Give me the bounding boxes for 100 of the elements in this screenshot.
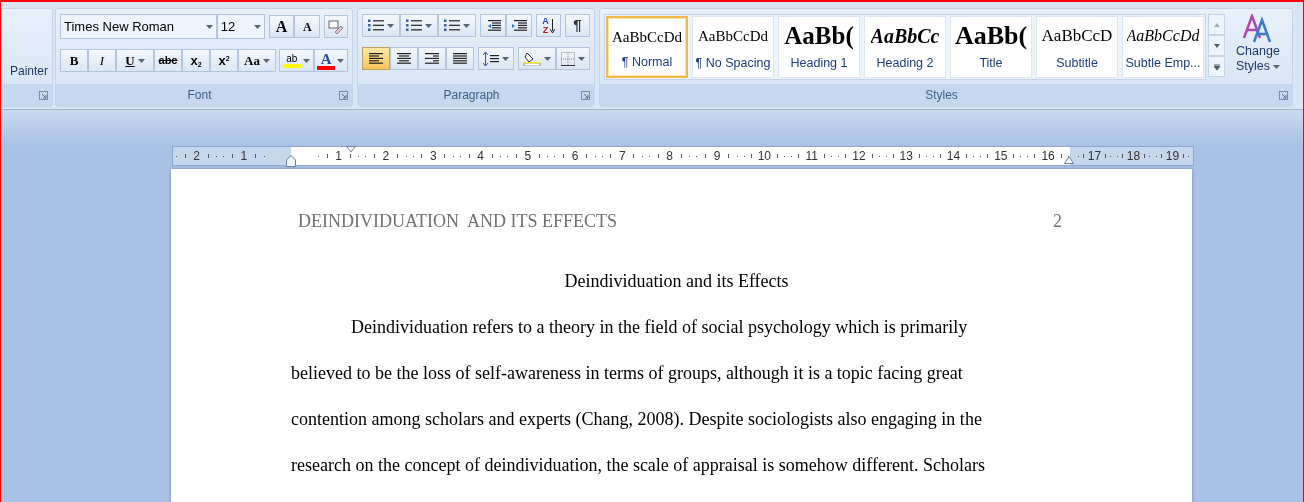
style-preview: AaBbCcDd: [698, 27, 768, 46]
ruler-number: 4: [477, 150, 484, 162]
dialog-launcher-icon[interactable]: [339, 90, 348, 100]
list-button[interactable]: [438, 14, 476, 37]
shrink-font-button[interactable]: A: [294, 15, 321, 38]
indent-icon: [485, 19, 501, 32]
style-name: Subtle Emp...: [1125, 55, 1201, 73]
line-spacing-icon: [483, 51, 499, 66]
list-icon: [368, 19, 384, 32]
dropdown-caret-icon: [544, 56, 551, 61]
page-number: 2: [1053, 209, 1062, 233]
body-paragraph: Deindividuation refers to a theory in the field of social psychology which is primarily believed to be the loss of self-awareness in terms of groups, although it is a topic facing great contention among scholars and experts (Chang, 2008). Despite sociologists also engaging in the research on the concept of deindividuation, the scale of appraisal is somehow different. Scholars: [291, 316, 986, 477]
dialog-launcher-icon[interactable]: [1279, 90, 1288, 100]
style-name: ¶ No Spacing: [695, 55, 771, 73]
right-indent-marker-icon[interactable]: [1064, 156, 1074, 164]
align-button[interactable]: [362, 47, 390, 70]
list-icon: [406, 19, 422, 32]
align-icon: [425, 52, 439, 65]
indent-marker-icon[interactable]: [286, 155, 296, 167]
ruler-number: 15: [994, 150, 1008, 162]
clear-formatting-button[interactable]: [324, 15, 348, 38]
group-label: Font: [186, 87, 213, 104]
format-button[interactable]: B: [60, 49, 88, 72]
format-button[interactable]: Aa: [238, 49, 276, 72]
ruler-number: 6: [571, 150, 579, 162]
style-name: Heading 1: [790, 55, 848, 73]
style-gallery-item[interactable]: AaBb( Heading 1: [778, 16, 860, 78]
shading-button[interactable]: [518, 47, 556, 70]
font-size-dropdown[interactable]: 12: [216, 14, 265, 39]
style-gallery-item[interactable]: AaBbCcD Subtitle: [1036, 16, 1118, 78]
align-button[interactable]: [418, 47, 446, 70]
group-label: Paragraph: [442, 87, 501, 104]
list-button[interactable]: [362, 14, 400, 37]
gallery-scroll-button[interactable]: [1208, 56, 1225, 77]
borders-button[interactable]: [556, 47, 590, 70]
group-label: Styles: [924, 87, 959, 104]
ruler-number: 5: [524, 150, 532, 162]
style-gallery-item[interactable]: AaBbCcDd ¶ No Spacing: [692, 16, 774, 78]
ruler-number: 19: [1165, 150, 1180, 162]
style-gallery-item[interactable]: AaBbCcDd Subtle Emp...: [1122, 16, 1204, 78]
format-painter-button[interactable]: Painter: [9, 62, 48, 80]
indent-button[interactable]: [480, 14, 506, 37]
format-button[interactable]: U: [116, 49, 154, 72]
down-arrow-icon: [1212, 63, 1221, 70]
dialog-launcher-icon[interactable]: [39, 90, 48, 100]
ruler-number: 1: [335, 150, 342, 162]
align-icon: [369, 52, 383, 65]
align-button[interactable]: [446, 47, 474, 70]
highlight-button[interactable]: ab: [279, 49, 314, 72]
list-button[interactable]: [400, 14, 438, 37]
dialog-launcher-icon[interactable]: [581, 90, 590, 100]
page-header: DEINDIVIDUATION AND ITS EFFECTS: [298, 209, 617, 233]
format-button[interactable]: x$_{2}$: [182, 49, 210, 72]
up-arrow-icon: [1212, 21, 1221, 28]
style-name: Title: [979, 55, 1003, 73]
style-preview: AaBbCcDd: [612, 28, 682, 47]
gallery-scroll-button[interactable]: [1208, 35, 1225, 56]
dropdown-caret-icon: [337, 58, 345, 63]
ruler-number: 2: [382, 150, 390, 162]
style-preview: AaBb(: [784, 21, 854, 51]
align-icon: [453, 52, 467, 65]
ruler-number: 2: [193, 150, 200, 162]
dropdown-caret-icon: [387, 23, 394, 28]
line-spacing-button[interactable]: [478, 47, 514, 70]
format-button[interactable]: x$^{2}$: [210, 49, 238, 72]
sort-button[interactable]: A Z: [536, 14, 561, 37]
change-styles-button[interactable]: Change Styles: [1233, 14, 1283, 74]
change-styles-label: Styles: [1235, 59, 1270, 74]
style-gallery-item[interactable]: AaBbCcDd ¶ Normal: [606, 16, 688, 78]
ruler-number: 12: [852, 150, 866, 162]
ruler-number: 13: [899, 150, 913, 162]
ruler-number: 14: [946, 150, 961, 162]
style-gallery-item[interactable]: AaBb( Title: [950, 16, 1032, 78]
ruler-number: 3: [429, 150, 437, 162]
format-button[interactable]: abc: [154, 49, 182, 72]
document-title: Deindividuation and its Effects: [563, 270, 790, 293]
show-formatting-button[interactable]: ¶: [565, 14, 590, 37]
ruler-number: 10: [757, 150, 771, 162]
font-color-button[interactable]: A: [313, 49, 348, 72]
style-name: ¶ Normal: [621, 54, 673, 72]
dropdown-caret-icon: [253, 24, 261, 29]
eraser-icon: [328, 19, 345, 34]
format-button[interactable]: I: [88, 49, 116, 72]
align-icon: [397, 52, 411, 65]
dropdown-caret-icon: [262, 58, 270, 63]
dropdown-caret-icon: [502, 56, 509, 61]
font-size-value: 12: [220, 17, 237, 36]
style-preview: AaBb(: [954, 21, 1028, 51]
align-button[interactable]: [390, 47, 418, 70]
grow-font-button[interactable]: A: [268, 15, 295, 38]
ruler-number: 1: [240, 150, 248, 162]
font-name-dropdown[interactable]: Times New Roman: [60, 14, 217, 39]
dropdown-caret-icon: [578, 56, 585, 61]
style-preview: AaBbCcDd: [1126, 26, 1200, 46]
ruler-number: 17: [1087, 150, 1102, 162]
indent-button[interactable]: [506, 14, 532, 37]
dropdown-caret-icon: [302, 58, 310, 63]
ruler-number: 16: [1041, 150, 1055, 162]
ruler-number: 8: [666, 150, 674, 162]
dropdown-caret-icon: [1273, 64, 1280, 69]
